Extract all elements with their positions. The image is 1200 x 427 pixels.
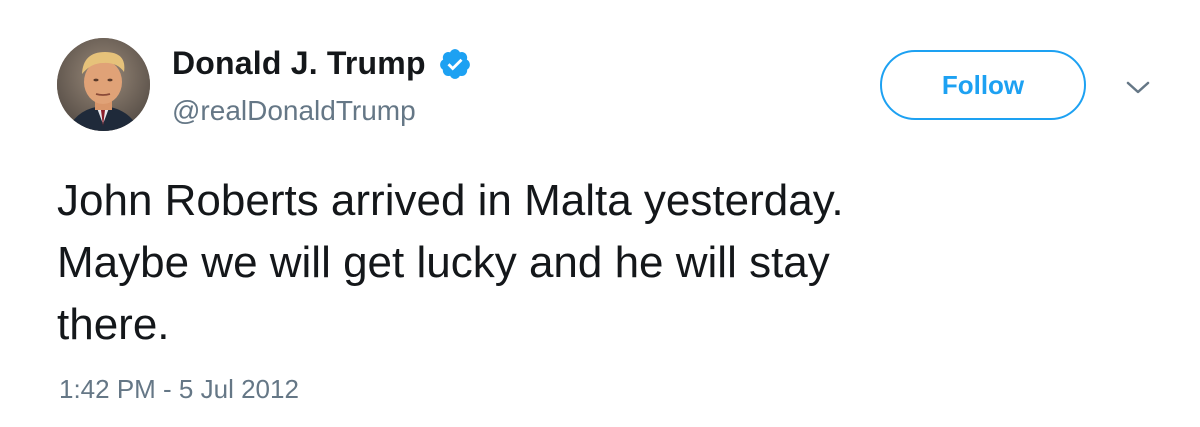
tweet-text-line: Maybe we will get lucky and he will stay — [57, 238, 830, 287]
tweet-text-line: John Roberts arrived in Malta yesterday. — [57, 176, 844, 225]
author-name-text[interactable]: Donald J. Trump — [172, 45, 426, 82]
tweet-text-line: there. — [57, 300, 170, 349]
author-handle[interactable]: @realDonaldTrump — [172, 95, 416, 127]
tweet-timestamp[interactable]: 1:42 PM - 5 Jul 2012 — [59, 374, 299, 405]
tweet-text: John Roberts arrived in Malta yesterday.… — [57, 170, 1157, 356]
tweet-card: Donald J. Trump @realDonaldTrump Follow … — [0, 0, 1200, 427]
author-name[interactable]: Donald J. Trump — [172, 45, 472, 82]
verified-badge-icon — [438, 47, 472, 81]
chevron-down-icon[interactable] — [1124, 78, 1152, 98]
avatar[interactable] — [57, 38, 150, 131]
follow-button[interactable]: Follow — [880, 50, 1086, 120]
avatar-image — [57, 38, 150, 131]
